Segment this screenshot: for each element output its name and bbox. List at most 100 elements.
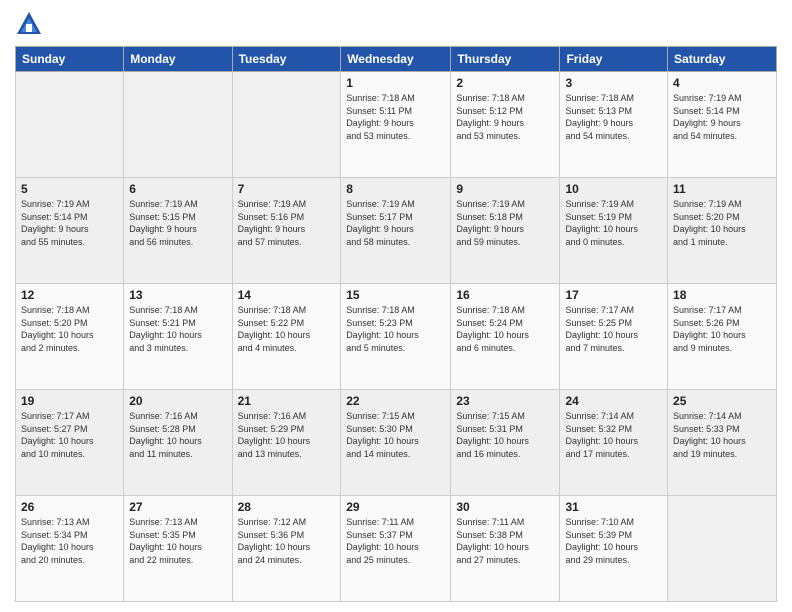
day-info: Sunrise: 7:10 AM Sunset: 5:39 PM Dayligh…	[565, 516, 662, 566]
day-info: Sunrise: 7:15 AM Sunset: 5:30 PM Dayligh…	[346, 410, 445, 460]
day-number: 2	[456, 76, 554, 90]
day-number: 9	[456, 182, 554, 196]
day-info: Sunrise: 7:19 AM Sunset: 5:15 PM Dayligh…	[129, 198, 226, 248]
calendar-week-row: 12 Sunrise: 7:18 AM Sunset: 5:20 PM Dayli…	[16, 284, 777, 390]
calendar-cell: 19 Sunrise: 7:17 AM Sunset: 5:27 PM Dayli…	[16, 390, 124, 496]
calendar-cell: 21 Sunrise: 7:16 AM Sunset: 5:29 PM Dayli…	[232, 390, 341, 496]
day-number: 10	[565, 182, 662, 196]
calendar-cell: 2 Sunrise: 7:18 AM Sunset: 5:12 PM Daylig…	[451, 72, 560, 178]
day-header-friday: Friday	[560, 47, 668, 72]
day-info: Sunrise: 7:13 AM Sunset: 5:35 PM Dayligh…	[129, 516, 226, 566]
calendar-cell: 8 Sunrise: 7:19 AM Sunset: 5:17 PM Daylig…	[341, 178, 451, 284]
day-info: Sunrise: 7:18 AM Sunset: 5:23 PM Dayligh…	[346, 304, 445, 354]
day-number: 23	[456, 394, 554, 408]
day-number: 30	[456, 500, 554, 514]
logo-icon	[15, 10, 43, 38]
calendar-cell	[668, 496, 777, 602]
calendar-cell: 26 Sunrise: 7:13 AM Sunset: 5:34 PM Dayli…	[16, 496, 124, 602]
day-number: 26	[21, 500, 118, 514]
calendar-cell: 31 Sunrise: 7:10 AM Sunset: 5:39 PM Dayli…	[560, 496, 668, 602]
calendar-cell: 22 Sunrise: 7:15 AM Sunset: 5:30 PM Dayli…	[341, 390, 451, 496]
day-header-monday: Monday	[124, 47, 232, 72]
calendar-cell: 10 Sunrise: 7:19 AM Sunset: 5:19 PM Dayli…	[560, 178, 668, 284]
day-info: Sunrise: 7:19 AM Sunset: 5:14 PM Dayligh…	[673, 92, 771, 142]
calendar-cell: 11 Sunrise: 7:19 AM Sunset: 5:20 PM Dayli…	[668, 178, 777, 284]
day-info: Sunrise: 7:18 AM Sunset: 5:13 PM Dayligh…	[565, 92, 662, 142]
day-header-thursday: Thursday	[451, 47, 560, 72]
calendar-cell: 27Sunrise: 7:13 AM Sunset: 5:35 PM Dayli…	[124, 496, 232, 602]
day-info: Sunrise: 7:19 AM Sunset: 5:20 PM Dayligh…	[673, 198, 771, 248]
logo	[15, 10, 47, 38]
calendar-cell: 1 Sunrise: 7:18 AM Sunset: 5:11 PM Daylig…	[341, 72, 451, 178]
calendar-week-row: 5 Sunrise: 7:19 AM Sunset: 5:14 PM Daylig…	[16, 178, 777, 284]
calendar-cell: 25 Sunrise: 7:14 AM Sunset: 5:33 PM Dayli…	[668, 390, 777, 496]
calendar-cell: 12 Sunrise: 7:18 AM Sunset: 5:20 PM Dayli…	[16, 284, 124, 390]
calendar-cell: 3 Sunrise: 7:18 AM Sunset: 5:13 PM Daylig…	[560, 72, 668, 178]
day-number: 1	[346, 76, 445, 90]
day-info: Sunrise: 7:17 AM Sunset: 5:27 PM Dayligh…	[21, 410, 118, 460]
calendar-container: SundayMondayTuesdayWednesdayThursdayFrid…	[0, 0, 792, 612]
day-info: Sunrise: 7:18 AM Sunset: 5:22 PM Dayligh…	[238, 304, 336, 354]
calendar-cell	[16, 72, 124, 178]
day-number: 22	[346, 394, 445, 408]
day-info: Sunrise: 7:17 AM Sunset: 5:25 PM Dayligh…	[565, 304, 662, 354]
calendar-cell: 24Sunrise: 7:14 AM Sunset: 5:32 PM Dayli…	[560, 390, 668, 496]
calendar-cell: 23 Sunrise: 7:15 AM Sunset: 5:31 PM Dayli…	[451, 390, 560, 496]
calendar-cell	[124, 72, 232, 178]
day-number: 6	[129, 182, 226, 196]
day-header-sunday: Sunday	[16, 47, 124, 72]
day-number: 7	[238, 182, 336, 196]
day-info: Sunrise: 7:19 AM Sunset: 5:19 PM Dayligh…	[565, 198, 662, 248]
calendar-cell: 9Sunrise: 7:19 AM Sunset: 5:18 PM Daylig…	[451, 178, 560, 284]
day-info: Sunrise: 7:17 AM Sunset: 5:26 PM Dayligh…	[673, 304, 771, 354]
day-number: 13	[129, 288, 226, 302]
day-number: 8	[346, 182, 445, 196]
day-number: 21	[238, 394, 336, 408]
day-info: Sunrise: 7:15 AM Sunset: 5:31 PM Dayligh…	[456, 410, 554, 460]
calendar-cell: 5 Sunrise: 7:19 AM Sunset: 5:14 PM Daylig…	[16, 178, 124, 284]
calendar-cell: 30Sunrise: 7:11 AM Sunset: 5:38 PM Dayli…	[451, 496, 560, 602]
day-number: 5	[21, 182, 118, 196]
header	[15, 10, 777, 38]
day-info: Sunrise: 7:18 AM Sunset: 5:11 PM Dayligh…	[346, 92, 445, 142]
calendar-cell: 13Sunrise: 7:18 AM Sunset: 5:21 PM Dayli…	[124, 284, 232, 390]
day-number: 25	[673, 394, 771, 408]
day-info: Sunrise: 7:19 AM Sunset: 5:17 PM Dayligh…	[346, 198, 445, 248]
day-number: 20	[129, 394, 226, 408]
calendar-cell: 20Sunrise: 7:16 AM Sunset: 5:28 PM Dayli…	[124, 390, 232, 496]
day-number: 12	[21, 288, 118, 302]
day-info: Sunrise: 7:18 AM Sunset: 5:12 PM Dayligh…	[456, 92, 554, 142]
day-header-tuesday: Tuesday	[232, 47, 341, 72]
calendar-cell: 17 Sunrise: 7:17 AM Sunset: 5:25 PM Dayli…	[560, 284, 668, 390]
calendar-cell: 28Sunrise: 7:12 AM Sunset: 5:36 PM Dayli…	[232, 496, 341, 602]
day-number: 15	[346, 288, 445, 302]
day-number: 17	[565, 288, 662, 302]
calendar-week-row: 26 Sunrise: 7:13 AM Sunset: 5:34 PM Dayli…	[16, 496, 777, 602]
day-info: Sunrise: 7:19 AM Sunset: 5:14 PM Dayligh…	[21, 198, 118, 248]
day-number: 19	[21, 394, 118, 408]
day-info: Sunrise: 7:18 AM Sunset: 5:24 PM Dayligh…	[456, 304, 554, 354]
calendar-cell: 18 Sunrise: 7:17 AM Sunset: 5:26 PM Dayli…	[668, 284, 777, 390]
day-info: Sunrise: 7:13 AM Sunset: 5:34 PM Dayligh…	[21, 516, 118, 566]
calendar-cell: 15 Sunrise: 7:18 AM Sunset: 5:23 PM Dayli…	[341, 284, 451, 390]
day-number: 24	[565, 394, 662, 408]
day-info: Sunrise: 7:16 AM Sunset: 5:29 PM Dayligh…	[238, 410, 336, 460]
calendar-cell: 7Sunrise: 7:19 AM Sunset: 5:16 PM Daylig…	[232, 178, 341, 284]
day-header-wednesday: Wednesday	[341, 47, 451, 72]
calendar-cell: 29Sunrise: 7:11 AM Sunset: 5:37 PM Dayli…	[341, 496, 451, 602]
day-info: Sunrise: 7:14 AM Sunset: 5:33 PM Dayligh…	[673, 410, 771, 460]
day-info: Sunrise: 7:12 AM Sunset: 5:36 PM Dayligh…	[238, 516, 336, 566]
calendar-cell: 14Sunrise: 7:18 AM Sunset: 5:22 PM Dayli…	[232, 284, 341, 390]
calendar-week-row: 19 Sunrise: 7:17 AM Sunset: 5:27 PM Dayli…	[16, 390, 777, 496]
day-number: 4	[673, 76, 771, 90]
calendar-cell: 16 Sunrise: 7:18 AM Sunset: 5:24 PM Dayli…	[451, 284, 560, 390]
calendar-week-row: 1 Sunrise: 7:18 AM Sunset: 5:11 PM Daylig…	[16, 72, 777, 178]
day-number: 31	[565, 500, 662, 514]
day-number: 29	[346, 500, 445, 514]
day-number: 3	[565, 76, 662, 90]
day-number: 11	[673, 182, 771, 196]
day-number: 16	[456, 288, 554, 302]
day-info: Sunrise: 7:18 AM Sunset: 5:20 PM Dayligh…	[21, 304, 118, 354]
calendar-cell: 4 Sunrise: 7:19 AM Sunset: 5:14 PM Daylig…	[668, 72, 777, 178]
day-number: 18	[673, 288, 771, 302]
